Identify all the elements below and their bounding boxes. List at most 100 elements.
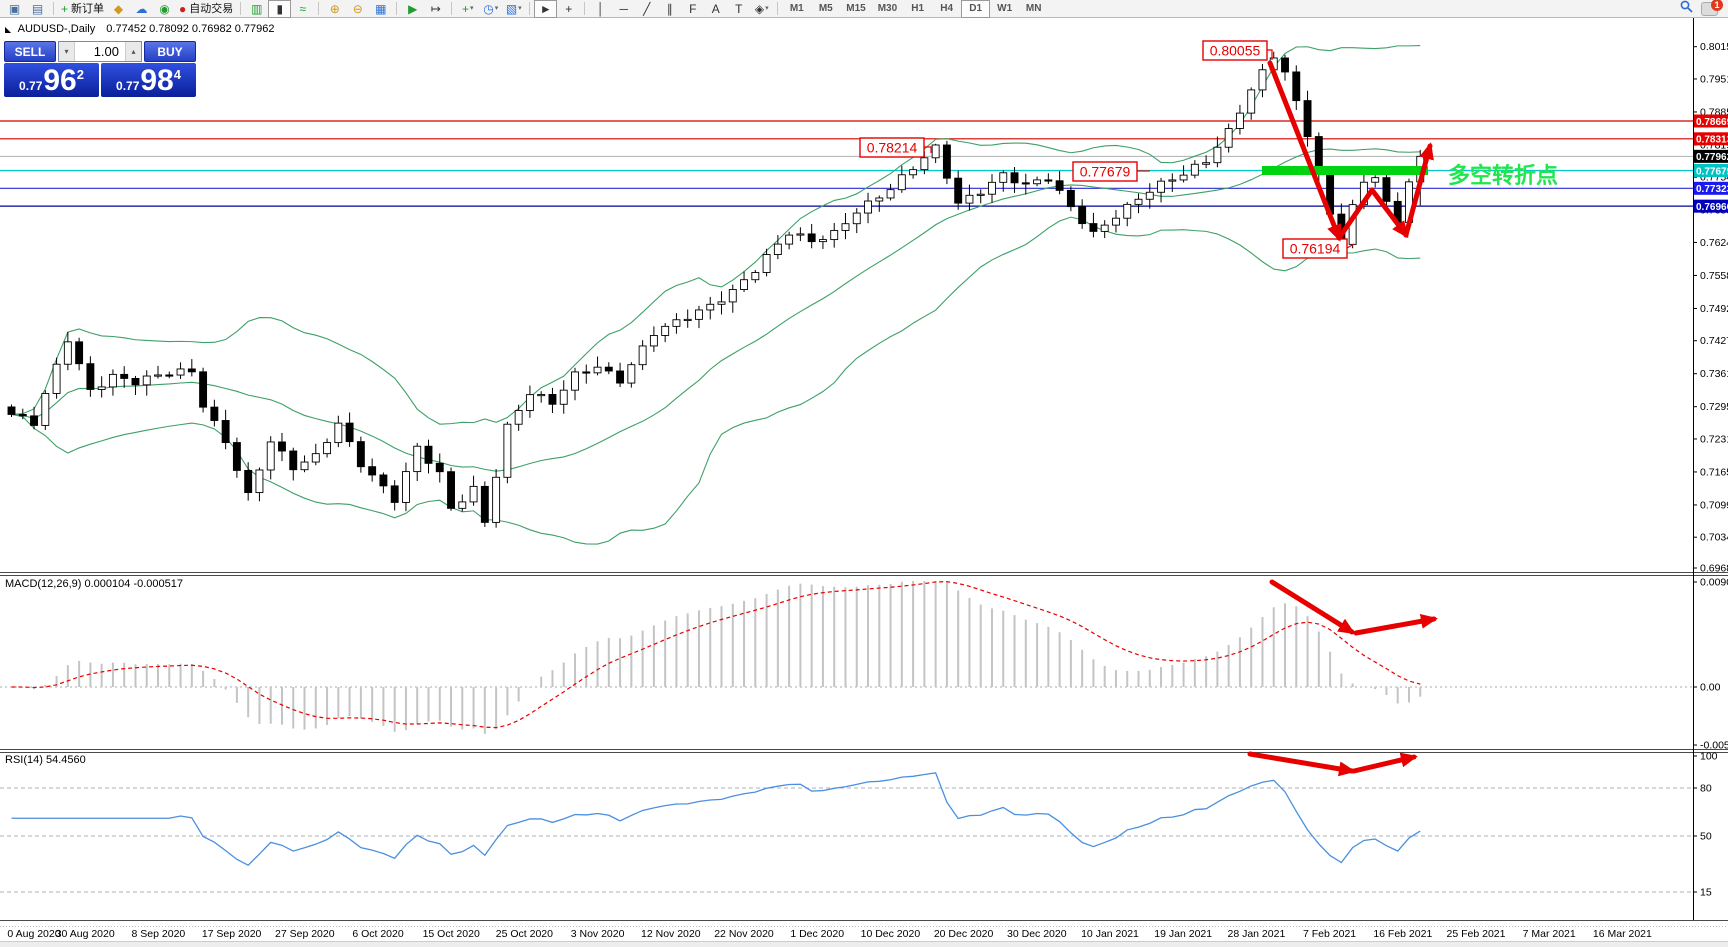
timeframe-m1[interactable]: M1 <box>782 0 811 18</box>
text-icon[interactable]: A <box>704 0 727 18</box>
notification-badge: 1 <box>1711 0 1723 11</box>
svg-text:0.77962: 0.77962 <box>1696 152 1728 163</box>
svg-text:16 Feb 2021: 16 Feb 2021 <box>1373 928 1432 940</box>
svg-text:0.72955: 0.72955 <box>1700 401 1728 413</box>
toolbar-separator <box>318 2 319 15</box>
svg-text:30 Dec 2020: 30 Dec 2020 <box>1007 928 1067 940</box>
strategy-tester-icon[interactable]: ▤ <box>26 0 49 18</box>
macd-panel <box>0 581 1693 734</box>
indicators-icon[interactable]: +▾ <box>456 0 479 18</box>
timeframe-w1[interactable]: W1 <box>990 0 1019 18</box>
volume-input[interactable]: 1.00 <box>75 42 125 61</box>
svg-text:25 Oct 2020: 25 Oct 2020 <box>496 928 553 940</box>
buy-price-sup: 4 <box>174 67 181 82</box>
toolbar-separator <box>396 2 397 15</box>
zoom-out-icon[interactable]: ⊖ <box>346 0 369 18</box>
volume-control: ▾ 1.00 ▴ <box>58 41 142 62</box>
bollinger-bands <box>12 46 1421 544</box>
svg-text:10 Dec 2020: 10 Dec 2020 <box>861 928 921 940</box>
chart-window-icon[interactable]: ▣ <box>3 0 26 18</box>
auto-trading-button[interactable]: ●自动交易 <box>176 0 236 18</box>
candlestick-chart-icon[interactable]: ▮ <box>268 0 291 18</box>
timeframe-mn[interactable]: MN <box>1019 0 1048 18</box>
sell-price-big: 96 <box>43 65 76 97</box>
chart-canvas[interactable]: 0.800550.782140.776790.76194多空转折点0.80155… <box>0 0 1728 947</box>
volume-down-button[interactable]: ▾ <box>59 42 75 61</box>
cn-annotation-text: 多空转折点 <box>1448 163 1558 188</box>
collapse-triangle-icon[interactable]: ◣ <box>5 25 11 34</box>
timeframe-m5[interactable]: M5 <box>811 0 840 18</box>
shapes-icon[interactable]: ◈▾ <box>750 0 773 18</box>
svg-text:0.80055: 0.80055 <box>1210 43 1261 59</box>
buy-price-prefix: 0.77 <box>116 79 139 93</box>
periods-icon-dropdown[interactable]: ▾ <box>495 1 499 17</box>
svg-text:0.78214: 0.78214 <box>867 140 918 156</box>
panel-separators <box>0 573 1728 927</box>
horizontal-line-icon[interactable]: ─ <box>612 0 635 18</box>
svg-text:12 Nov 2020: 12 Nov 2020 <box>641 928 701 940</box>
toolbar-separator <box>529 2 530 15</box>
history-center-icon[interactable]: ◆ <box>107 0 130 18</box>
timeframe-h4[interactable]: H4 <box>932 0 961 18</box>
svg-text:0.69685: 0.69685 <box>1700 563 1728 575</box>
volume-up-button[interactable]: ▴ <box>125 42 141 61</box>
price-axis: 0.801550.795100.788500.781900.775450.768… <box>1693 18 1728 920</box>
buy-price-big: 98 <box>140 65 173 97</box>
buy-button[interactable]: BUY <box>144 41 196 62</box>
timeframe-d1[interactable]: D1 <box>961 0 990 18</box>
bottom-strip <box>0 941 1728 947</box>
symbol-header: ◣ AUDUSD-,Daily 0.77452 0.78092 0.76982 … <box>5 23 275 35</box>
price-level-lines <box>0 121 1693 206</box>
svg-text:22 Nov 2020: 22 Nov 2020 <box>714 928 774 940</box>
rsi-label: RSI(14) 54.4560 <box>5 754 86 766</box>
svg-text:80: 80 <box>1700 783 1712 795</box>
rsi-panel <box>0 754 1693 892</box>
notifications-icon[interactable]: 1 <box>1701 2 1718 16</box>
sell-button[interactable]: SELL <box>4 41 56 62</box>
channel-icon[interactable]: ∥ <box>658 0 681 18</box>
templates-icon-dropdown[interactable]: ▾ <box>518 1 522 17</box>
trendline-icon[interactable]: ╱ <box>635 0 658 18</box>
svg-text:0.73615: 0.73615 <box>1700 368 1728 380</box>
timeframe-h1[interactable]: H1 <box>903 0 932 18</box>
svg-text:17 Sep 2020: 17 Sep 2020 <box>202 928 262 940</box>
svg-text:0.74920: 0.74920 <box>1700 303 1728 315</box>
svg-text:0.78669: 0.78669 <box>1696 117 1728 128</box>
svg-text:27 Sep 2020: 27 Sep 2020 <box>275 928 335 940</box>
signals-icon[interactable]: ◉ <box>153 0 176 18</box>
svg-text:0.76240: 0.76240 <box>1700 237 1728 249</box>
svg-text:0.79510: 0.79510 <box>1700 73 1728 85</box>
sell-price-button[interactable]: 0.77 96 2 <box>4 63 99 97</box>
indicators-icon-dropdown[interactable]: ▾ <box>470 1 474 17</box>
line-chart-icon[interactable]: ≈ <box>291 0 314 18</box>
label-icon[interactable]: T <box>727 0 750 18</box>
cursor-icon[interactable]: ► <box>534 0 557 18</box>
auto-scroll-icon[interactable]: ▶ <box>401 0 424 18</box>
periods-icon[interactable]: ◷▾ <box>479 0 502 18</box>
sell-price-sup: 2 <box>77 67 84 82</box>
chart-shift-icon[interactable]: ↦ <box>424 0 447 18</box>
timeframe-m30[interactable]: M30 <box>872 0 903 18</box>
shapes-icon-dropdown[interactable]: ▾ <box>765 1 769 17</box>
svg-text:0.74275: 0.74275 <box>1700 335 1728 347</box>
fibonacci-icon[interactable]: F <box>681 0 704 18</box>
svg-text:0.77679: 0.77679 <box>1080 164 1131 180</box>
new-order-button[interactable]: +新订单 <box>58 0 107 18</box>
search-icon[interactable] <box>1680 0 1693 18</box>
svg-text:100: 100 <box>1700 751 1718 763</box>
ohlc-values: 0.77452 0.78092 0.76982 0.77962 <box>106 23 274 35</box>
svg-text:0 Aug 2020: 0 Aug 2020 <box>7 928 60 940</box>
buy-price-button[interactable]: 0.77 98 4 <box>101 63 196 97</box>
bar-chart-icon[interactable]: ▥ <box>245 0 268 18</box>
green-highlight-bar <box>1262 166 1428 175</box>
svg-text:0.70345: 0.70345 <box>1700 532 1728 544</box>
crosshair-icon[interactable]: + <box>557 0 580 18</box>
vertical-line-icon[interactable]: │ <box>589 0 612 18</box>
svg-text:7 Feb 2021: 7 Feb 2021 <box>1303 928 1356 940</box>
toolbar: ▣▤ +新订单◆☁◉●自动交易 ▥▮≈ ⊕⊖▦ ▶↦ +▾◷▾▧▾ ►+ │─╱∥FAT◈▾ M… <box>0 0 1728 18</box>
tile-windows-icon[interactable]: ▦ <box>369 0 392 18</box>
community-icon[interactable]: ☁ <box>130 0 153 18</box>
zoom-in-icon[interactable]: ⊕ <box>323 0 346 18</box>
timeframe-m15[interactable]: M15 <box>840 0 871 18</box>
templates-icon[interactable]: ▧▾ <box>502 0 525 18</box>
